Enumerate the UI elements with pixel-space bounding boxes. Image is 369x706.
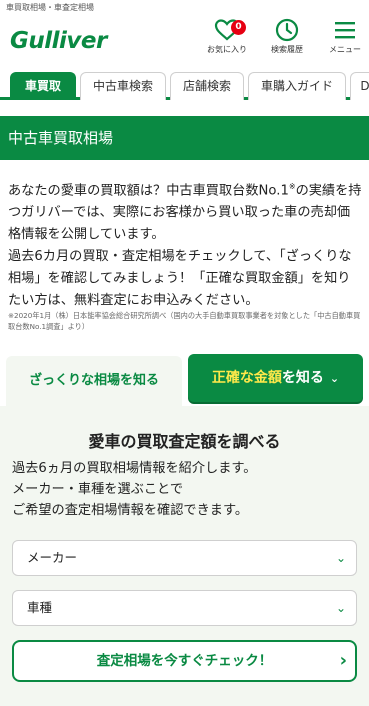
gulliver-logo[interactable]: Gulliver — [10, 28, 107, 54]
tab-more[interactable]: D — [350, 72, 369, 100]
site-header: Gulliver 0 お気に入り 検索履歴 メニュー — [0, 14, 369, 64]
favorites-label: お気に入り — [207, 45, 247, 54]
panel-description: 過去6ヵ月の買取相場情報を紹介します。 メーカー・車種を選ぶことで ご希望の査定… — [12, 458, 357, 521]
tab-purchase-guide[interactable]: 車購入ガイド — [248, 72, 346, 100]
menu-label: メニュー — [329, 45, 361, 54]
maker-select-value: メーカー — [27, 550, 78, 565]
tab-car-buying[interactable]: 車買取 — [10, 72, 76, 100]
exact-price-highlight: 正確な金額 — [211, 370, 282, 386]
top-note: 車買取相場・車査定相場 — [6, 3, 94, 12]
research-footnote: ※2020年1月（株）日本能率協会総合研究所調べ（国内の大手自動車買取事業者を対… — [8, 311, 361, 331]
main-nav-tabs: 車買取 中古車検索 店舗検索 車購入ガイド D — [0, 68, 369, 100]
intro-text-part1: あなたの愛車の買取額は？中古車買取台数No.1 — [8, 183, 289, 199]
panel-desc-line: メーカー・車種を選ぶことで — [12, 482, 184, 497]
chevron-down-icon: ⌄ — [335, 601, 346, 615]
tab-used-car-search[interactable]: 中古車検索 — [80, 72, 166, 100]
check-price-button[interactable]: 査定相場を今すぐチェック！ › — [12, 640, 357, 682]
maker-select[interactable]: メーカー ⌄ — [12, 540, 357, 576]
exact-price-button[interactable]: 正確な金額を知る ⌄ — [188, 354, 363, 402]
favorites-button[interactable]: 0 お気に入り — [202, 18, 252, 55]
price-lookup-panel: 愛車の買取査定額を調べる 過去6ヵ月の買取相場情報を紹介します。 メーカー・車種… — [0, 406, 369, 706]
intro-text-part3: 過去6カ月の買取・査定相場をチェックして、「ざっくりな相場」を確認してみましょう… — [8, 249, 352, 309]
check-price-label: 査定相場を今すぐチェック！ — [96, 653, 273, 669]
panel-title: 愛車の買取査定額を調べる — [88, 432, 281, 451]
panel-desc-line: 過去6ヵ月の買取相場情報を紹介します。 — [12, 461, 257, 476]
exact-price-suffix: を知る — [281, 370, 324, 386]
car-model-select-value: 車種 — [27, 600, 53, 615]
chevron-down-icon: ⌄ — [329, 372, 340, 385]
favorites-count-badge: 0 — [231, 20, 246, 35]
hamburger-icon — [335, 22, 355, 39]
menu-button[interactable]: メニュー — [320, 18, 369, 55]
intro-footnote-mark: ※ — [288, 182, 296, 191]
search-history-label: 検索履歴 — [271, 45, 303, 54]
panel-desc-line: ご希望の査定相場情報を確認できます。 — [12, 503, 249, 518]
page-title-banner: 中古車買取相場 — [0, 116, 369, 160]
clock-icon — [275, 18, 299, 42]
chevron-down-icon: ⌄ — [335, 551, 346, 565]
rough-price-tab[interactable]: ざっくりな相場を知る — [6, 356, 182, 406]
chevron-right-icon: › — [339, 650, 347, 671]
search-history-button[interactable]: 検索履歴 — [262, 18, 312, 55]
tab-store-search[interactable]: 店舗検索 — [170, 72, 244, 100]
intro-text: あなたの愛車の買取額は？中古車買取台数No.1※の実績を持つガリバーでは、実際に… — [8, 176, 362, 312]
car-model-select[interactable]: 車種 ⌄ — [12, 590, 357, 626]
